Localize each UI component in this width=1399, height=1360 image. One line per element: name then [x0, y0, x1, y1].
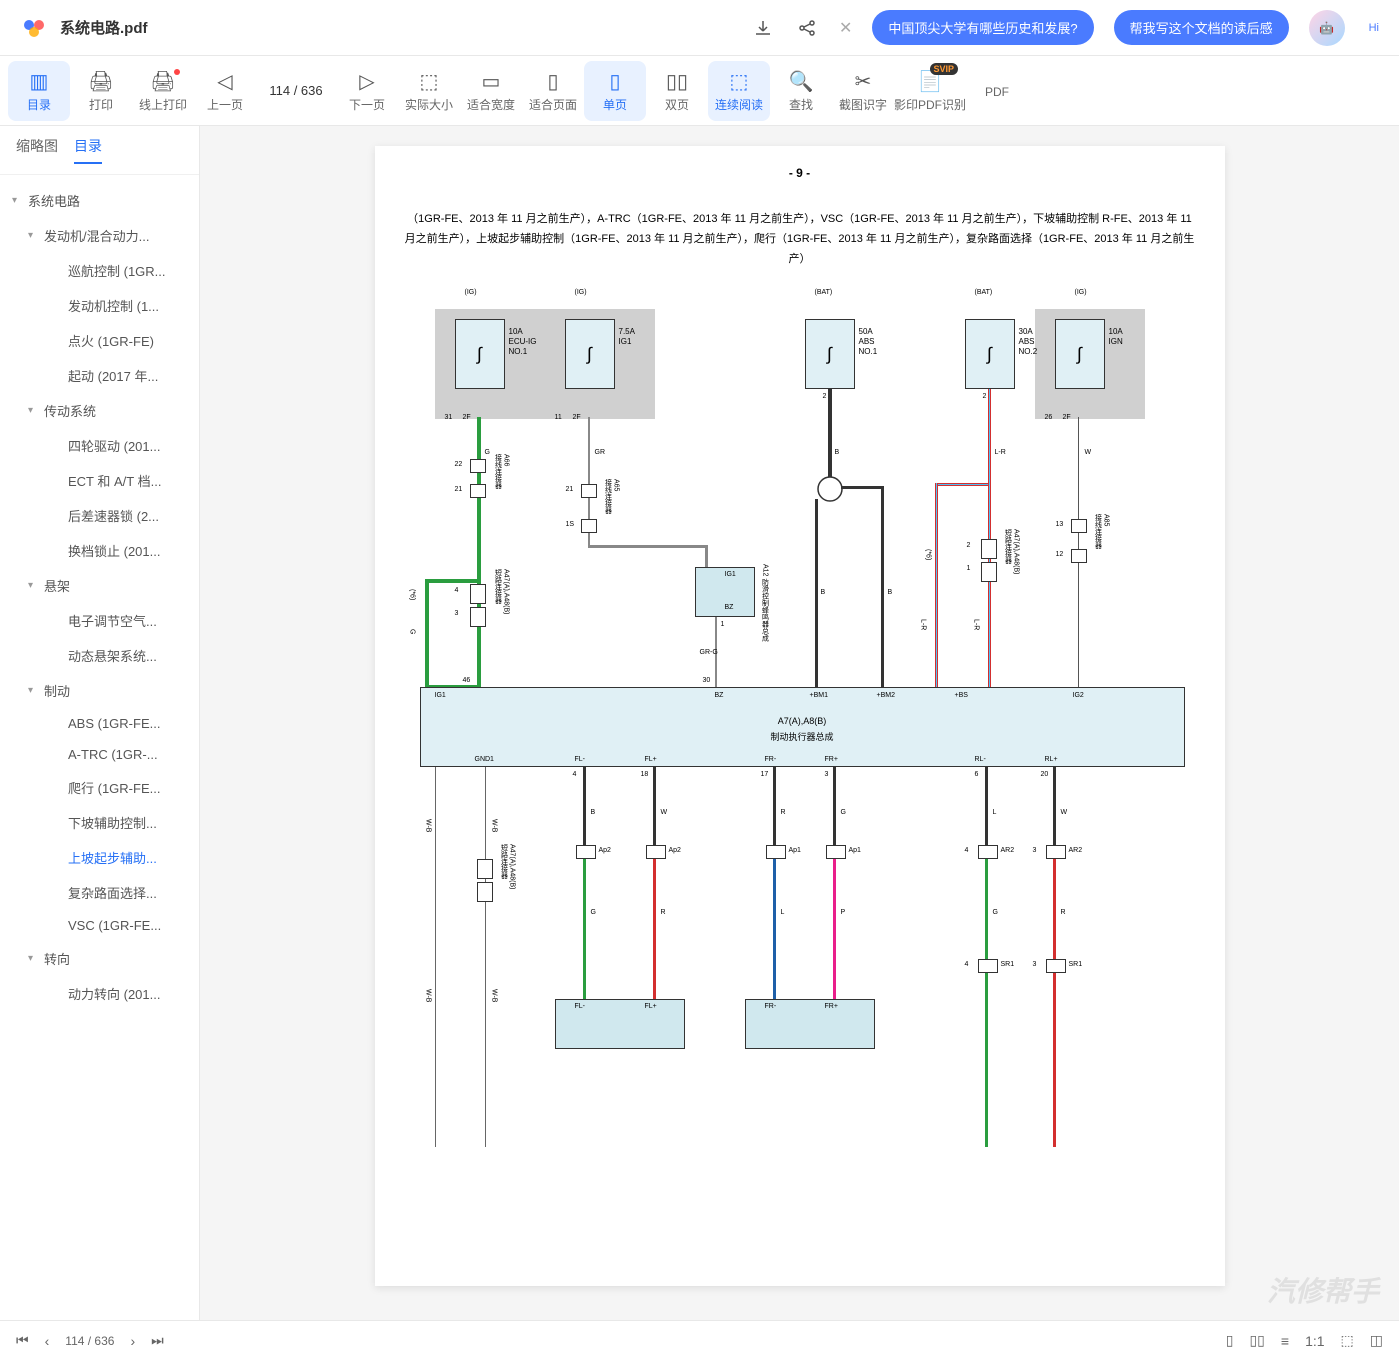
wire-b1 — [828, 389, 832, 479]
wire-gnd-wb1 — [435, 767, 436, 1147]
outline-item-12[interactable]: 电子调节空气... — [0, 603, 199, 638]
tab-outline[interactable]: 目录 — [74, 136, 102, 164]
page-number-label: - 9 - — [395, 166, 1205, 180]
outline-item-11[interactable]: ▾悬架 — [0, 568, 199, 603]
page-input[interactable] — [256, 83, 336, 98]
outline-item-20[interactable]: 复杂路面选择... — [0, 875, 199, 910]
fit-page-button[interactable]: ▯适合页面 — [522, 61, 584, 121]
outline-item-6[interactable]: ▾传动系统 — [0, 393, 199, 428]
screenshot-ocr-button[interactable]: ✂截图识字 — [832, 61, 894, 121]
outline-item-9[interactable]: 后差速器锁 (2... — [0, 498, 199, 533]
outline-item-4[interactable]: 点火 (1GR-FE) — [0, 323, 199, 358]
next-icon[interactable]: › — [130, 1333, 135, 1349]
circuit-diagram: (IG) (IG) (BAT) (BAT) (IG) ∫ 10A ECU-IG … — [395, 289, 1205, 1149]
view-continuous-icon[interactable]: ≡ — [1281, 1333, 1289, 1349]
outline-item-1[interactable]: ▾发动机/混合动力... — [0, 218, 199, 253]
prev-icon[interactable]: ‹ — [45, 1333, 50, 1349]
outline-item-18[interactable]: 下坡辅助控制... — [0, 805, 199, 840]
wire-lr1 — [988, 389, 991, 484]
online-print-button[interactable]: 🖨线上打印 — [132, 61, 194, 121]
fuse-abs2: ∫ — [965, 319, 1015, 389]
outline-item-15[interactable]: ABS (1GR-FE... — [0, 708, 199, 739]
user-avatar[interactable]: 🤖 — [1309, 10, 1345, 46]
prev-page-button[interactable]: ◁上一页 — [194, 61, 256, 121]
outline-item-5[interactable]: 起动 (2017 年... — [0, 358, 199, 393]
fuse-ecu-ig: ∫ — [455, 319, 505, 389]
fuse-abs1: ∫ — [805, 319, 855, 389]
outline-item-3[interactable]: 发动机控制 (1... — [0, 288, 199, 323]
view-fit-icon[interactable]: ⬚ — [1341, 1332, 1354, 1349]
outline-item-2[interactable]: 巡航控制 (1GR... — [0, 253, 199, 288]
double-page-button[interactable]: ▯▯双页 — [646, 61, 708, 121]
ecu-brake-actuator: A7(A),A8(B) 制动执行器总成 — [420, 687, 1185, 767]
pdf-ocr-button[interactable]: SVIP📄影印PDF识别 — [894, 61, 966, 121]
sidebar: 缩略图 目录 ▾系统电路▾发动机/混合动力...巡航控制 (1GR...发动机控… — [0, 126, 200, 1320]
outline-item-21[interactable]: VSC (1GR-FE... — [0, 910, 199, 941]
file-name: 系统电路.pdf — [60, 17, 751, 38]
tab-thumbnail[interactable]: 缩略图 — [16, 136, 58, 164]
src-bat1: (BAT) — [815, 289, 833, 296]
hi-badge: Hi — [1369, 22, 1379, 34]
actual-size-button[interactable]: ⬚实际大小 — [398, 61, 460, 121]
share-icon[interactable] — [795, 16, 819, 40]
view-single-icon[interactable]: ▯ — [1226, 1332, 1234, 1349]
outline-item-0[interactable]: ▾系统电路 — [0, 183, 199, 218]
view-book-icon[interactable]: ◫ — [1370, 1332, 1383, 1349]
pdf-page: - 9 - （1GR-FE、2013 年 11 月之前生产），A-TRC（1GR… — [375, 146, 1225, 1286]
outline-item-10[interactable]: 换档锁止 (201... — [0, 533, 199, 568]
outline-item-19[interactable]: 上坡起步辅助... — [0, 840, 199, 875]
fit-width-button[interactable]: ▭适合宽度 — [460, 61, 522, 121]
search-button[interactable]: 🔍查找 — [770, 61, 832, 121]
outline-item-14[interactable]: ▾制动 — [0, 673, 199, 708]
outline-tree: ▾系统电路▾发动机/混合动力...巡航控制 (1GR...发动机控制 (1...… — [0, 175, 199, 1019]
src-ig3: (IG) — [1075, 289, 1087, 296]
close-suggestion-icon[interactable]: ✕ — [839, 18, 852, 38]
fuse-ig1: ∫ — [565, 319, 615, 389]
catalog-button[interactable]: ▥目录 — [8, 61, 70, 121]
outline-item-8[interactable]: ECT 和 A/T 档... — [0, 463, 199, 498]
diagram-title: （1GR-FE、2013 年 11 月之前生产），A-TRC（1GR-FE、20… — [395, 210, 1205, 269]
page-indicator: 114 / 636 — [65, 1334, 114, 1348]
view-double-icon[interactable]: ▯▯ — [1249, 1332, 1264, 1349]
status-bar: ⏮ ‹ 114 / 636 › ⏭ ▯ ▯▯ ≡ 1:1 ⬚ ◫ — [0, 1320, 1399, 1360]
ai-prompt-1[interactable]: 中国顶尖大学有哪些历史和发展? — [872, 10, 1093, 45]
download-icon[interactable] — [751, 16, 775, 40]
outline-item-7[interactable]: 四轮驱动 (201... — [0, 428, 199, 463]
single-page-button[interactable]: ▯单页 — [584, 61, 646, 121]
view-1to1-icon[interactable]: 1:1 — [1305, 1333, 1324, 1349]
wire-gnd-wb2 — [485, 767, 486, 1147]
wire-g1 — [477, 417, 481, 687]
pdf-button[interactable]: PDF — [966, 61, 1028, 121]
src-ig2: (IG) — [575, 289, 587, 296]
src-ig1: (IG) — [465, 289, 477, 296]
fuse-ign: ∫ — [1055, 319, 1105, 389]
outline-item-23[interactable]: 动力转向 (201... — [0, 976, 199, 1011]
conn-a47-top — [470, 584, 486, 604]
last-page-icon[interactable]: ⏭ — [151, 1332, 164, 1349]
ai-prompt-2[interactable]: 帮我写这个文档的读后感 — [1114, 10, 1289, 45]
app-logo-icon — [20, 14, 48, 42]
conn-21 — [470, 484, 486, 498]
document-viewport[interactable]: - 9 - （1GR-FE、2013 年 11 月之前生产），A-TRC（1GR… — [200, 126, 1399, 1320]
print-button[interactable]: 🖨打印 — [70, 61, 132, 121]
conn-22 — [470, 459, 486, 473]
outline-item-17[interactable]: 爬行 (1GR-FE... — [0, 770, 199, 805]
src-bat2: (BAT) — [975, 289, 993, 296]
continuous-button[interactable]: ⬚连续阅读 — [708, 61, 770, 121]
outline-item-22[interactable]: ▾转向 — [0, 941, 199, 976]
title-bar: 系统电路.pdf ✕ 中国顶尖大学有哪些历史和发展? 帮我写这个文档的读后感 🤖… — [0, 0, 1399, 56]
first-page-icon[interactable]: ⏮ — [16, 1332, 29, 1349]
outline-item-16[interactable]: A-TRC (1GR-... — [0, 739, 199, 770]
toolbar: ▥目录 🖨打印 🖨线上打印 ◁上一页 ▷下一页 ⬚实际大小 ▭适合宽度 ▯适合页… — [0, 56, 1399, 126]
outline-item-13[interactable]: 动态悬架系统... — [0, 638, 199, 673]
next-page-button[interactable]: ▷下一页 — [336, 61, 398, 121]
conn-a65 — [581, 484, 597, 498]
